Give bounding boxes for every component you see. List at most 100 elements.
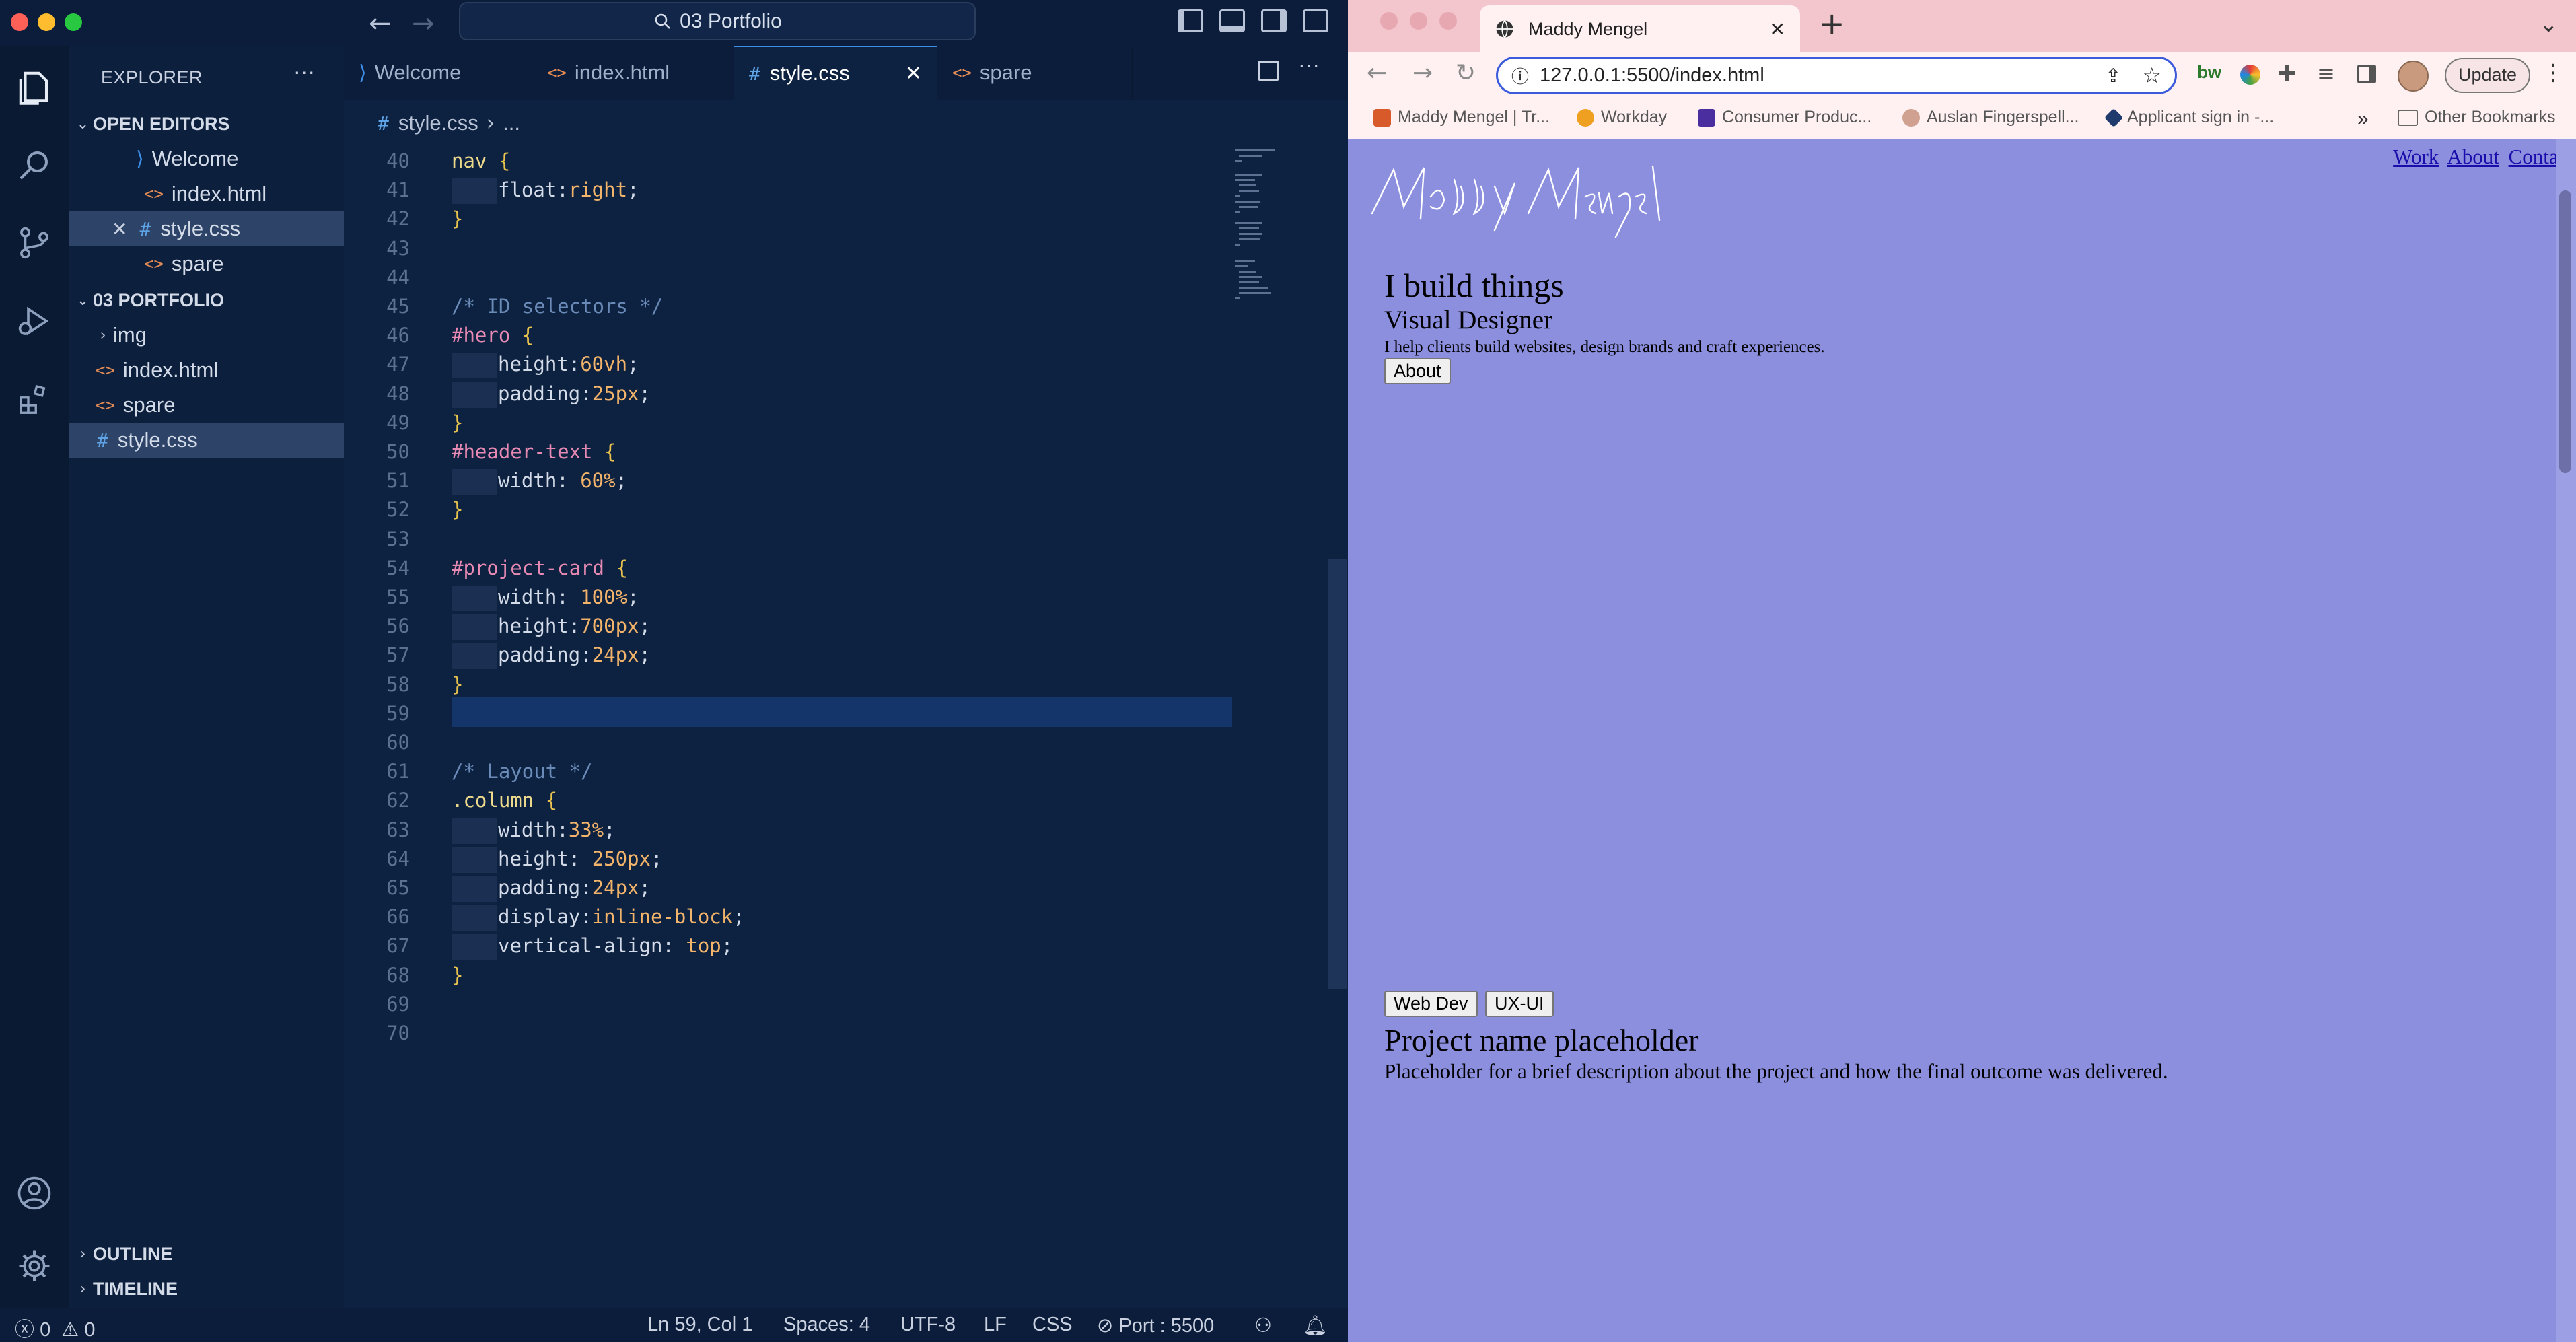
- cursor-position[interactable]: Ln 59, Col 1: [647, 1314, 752, 1336]
- extension-color-icon[interactable]: [2240, 65, 2260, 85]
- extensions-puzzle-icon[interactable]: ✚: [2278, 61, 2296, 86]
- other-bookmarks-folder[interactable]: Other Bookmarks: [2398, 108, 2556, 127]
- forward-arrow-icon[interactable]: →: [1412, 59, 1433, 87]
- close-icon[interactable]: ✕: [112, 218, 127, 240]
- more-actions-icon[interactable]: ···: [293, 59, 315, 84]
- editor-scrollbar[interactable]: [1328, 559, 1347, 989]
- language-mode[interactable]: CSS: [1032, 1314, 1073, 1336]
- nav-link-about[interactable]: About: [2447, 145, 2499, 168]
- update-button[interactable]: Update: [2445, 58, 2531, 93]
- bookmark-item[interactable]: Applicant sign in -...: [2104, 108, 2274, 127]
- extensions-icon[interactable]: [9, 374, 59, 424]
- code-line[interactable]: nav {: [452, 149, 510, 172]
- code-line[interactable]: }: [452, 411, 463, 434]
- code-line[interactable]: }: [452, 498, 463, 521]
- more-actions-icon[interactable]: ···: [1298, 52, 1320, 77]
- tab-search-chevron-icon[interactable]: ⌄: [2539, 11, 2559, 38]
- open-editor-style-css[interactable]: ✕ # style.css: [69, 211, 344, 246]
- page-scrollbar-thumb[interactable]: [2559, 190, 2571, 473]
- browser-tab-active[interactable]: Maddy Mengel ✕: [1480, 5, 1800, 52]
- back-arrow-icon[interactable]: ←: [1367, 59, 1387, 87]
- code-line[interactable]: height: 250px;: [452, 847, 662, 873]
- reload-icon[interactable]: ↻: [1456, 59, 1476, 87]
- source-control-icon[interactable]: [9, 218, 59, 268]
- timeline-section[interactable]: › TIMELINE: [69, 1271, 344, 1306]
- toggle-secondary-sidebar-icon[interactable]: [1261, 9, 1287, 32]
- open-editors-section[interactable]: ⌄ OPEN EDITORS: [69, 106, 344, 141]
- minimap[interactable]: [1232, 147, 1320, 349]
- new-tab-icon[interactable]: +: [1819, 5, 1845, 42]
- close-tab-icon[interactable]: ✕: [1770, 18, 1785, 40]
- menu-kebab-icon[interactable]: ⋮: [2542, 59, 2565, 86]
- search-icon[interactable]: [9, 140, 59, 190]
- code-line[interactable]: #hero {: [452, 324, 534, 347]
- account-icon[interactable]: [9, 1168, 59, 1218]
- back-arrow-icon[interactable]: ←: [369, 8, 392, 39]
- code-line[interactable]: display:inline-block;: [452, 905, 745, 931]
- run-debug-icon[interactable]: [9, 296, 59, 346]
- about-button[interactable]: About: [1384, 358, 1451, 384]
- tag-button-ux-ui[interactable]: UX-UI: [1485, 991, 1554, 1017]
- command-center-search[interactable]: 03 Portfolio: [459, 2, 976, 40]
- close-icon[interactable]: ✕: [905, 62, 922, 85]
- address-bar[interactable]: ⓘ 127.0.0.1:5500/index.html ⇪ ☆: [1496, 57, 2177, 94]
- project-folder-section[interactable]: ⌄ 03 PORTFOLIO: [69, 283, 344, 318]
- tab-style-css[interactable]: # style.css ✕: [734, 46, 937, 100]
- feedback-icon[interactable]: ⚇: [1254, 1314, 1272, 1337]
- reading-list-icon[interactable]: ≡: [2317, 61, 2335, 86]
- forward-arrow-icon[interactable]: →: [412, 8, 435, 39]
- share-icon[interactable]: ⇪: [2106, 65, 2121, 87]
- profile-avatar[interactable]: [2398, 61, 2429, 92]
- code-line[interactable]: }: [452, 964, 463, 987]
- problems-indicator[interactable]: ⓧ 0 ⚠ 0: [15, 1314, 95, 1342]
- indentation[interactable]: Spaces: 4: [783, 1314, 870, 1336]
- site-info-icon[interactable]: ⓘ: [1511, 63, 1529, 88]
- live-server-port[interactable]: ⊘ Port : 5500: [1097, 1314, 1214, 1337]
- close-window-button[interactable]: [1380, 12, 1398, 30]
- code-line[interactable]: width:33%;: [452, 818, 616, 844]
- code-line[interactable]: padding:24px;: [452, 643, 651, 670]
- bookmark-item[interactable]: Auslan Fingerspell...: [1902, 108, 2079, 127]
- settings-gear-icon[interactable]: [9, 1241, 59, 1291]
- toggle-primary-sidebar-icon[interactable]: [1178, 9, 1203, 32]
- code-line[interactable]: padding:24px;: [452, 876, 651, 902]
- close-window-button[interactable]: [11, 13, 28, 31]
- code-line[interactable]: .column {: [452, 789, 557, 812]
- code-line[interactable]: #header-text {: [452, 440, 616, 463]
- code-line[interactable]: }: [452, 673, 463, 696]
- code-line[interactable]: /* ID selectors */: [452, 295, 663, 318]
- code-line[interactable]: height:700px;: [452, 614, 651, 641]
- bookmark-item[interactable]: Consumer Produc...: [1698, 108, 1871, 127]
- minimize-window-button[interactable]: [1410, 12, 1427, 30]
- bookmark-item[interactable]: Maddy Mengel | Tr...: [1373, 108, 1550, 127]
- outline-section[interactable]: › OUTLINE: [69, 1236, 344, 1271]
- encoding[interactable]: UTF-8: [900, 1314, 956, 1336]
- tab-welcome[interactable]: ⟩ Welcome: [344, 46, 532, 100]
- code-line[interactable]: float:right;: [452, 178, 639, 205]
- site-logo[interactable]: [1367, 160, 1676, 240]
- folder-img[interactable]: › img: [69, 318, 344, 353]
- bookmark-star-icon[interactable]: ☆: [2142, 63, 2161, 88]
- code-line[interactable]: /* Layout */: [452, 760, 593, 783]
- end-of-line[interactable]: LF: [984, 1314, 1007, 1336]
- maximize-window-button[interactable]: [65, 13, 82, 31]
- code-line[interactable]: width: 100%;: [452, 586, 639, 611]
- side-panel-icon[interactable]: [2357, 65, 2376, 83]
- code-line[interactable]: height:60vh;: [452, 353, 639, 379]
- nav-link-work[interactable]: Work: [2393, 145, 2439, 168]
- open-editor-spare[interactable]: <> spare: [69, 246, 344, 281]
- tab-spare[interactable]: <> spare: [937, 46, 1133, 100]
- open-editor-welcome[interactable]: ⟩ Welcome: [69, 141, 344, 176]
- open-editor-index-html[interactable]: <> index.html: [69, 176, 344, 211]
- minimize-window-button[interactable]: [38, 13, 55, 31]
- explorer-icon[interactable]: [9, 62, 59, 112]
- breadcrumb-more[interactable]: ...: [503, 111, 520, 135]
- tab-index-html[interactable]: <> index.html: [532, 46, 734, 100]
- bookmark-item[interactable]: Workday: [1577, 108, 1667, 127]
- toggle-panel-icon[interactable]: [1219, 9, 1245, 32]
- file-index-html[interactable]: <> index.html: [69, 353, 344, 388]
- code-line[interactable]: }: [452, 207, 463, 230]
- more-bookmarks-chevron[interactable]: »: [2357, 108, 2369, 131]
- code-line[interactable]: width: 60%;: [452, 469, 627, 495]
- customize-layout-icon[interactable]: [1303, 9, 1328, 32]
